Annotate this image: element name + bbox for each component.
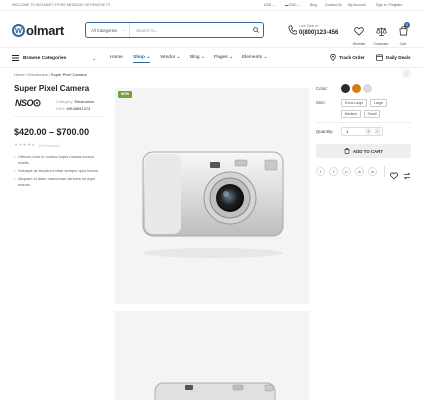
color-swatch-silver[interactable] xyxy=(363,84,372,93)
camera-image-2 xyxy=(154,382,276,400)
chevron-right-icon: › xyxy=(405,71,408,76)
twitter-share-icon[interactable]: t xyxy=(329,167,338,176)
logo-text: olmart xyxy=(26,22,64,38)
nav-pages[interactable]: Pages ⌄ xyxy=(214,55,233,60)
compare-button[interactable]: Compare xyxy=(370,23,392,46)
heart-icon xyxy=(354,27,364,36)
search-input[interactable]: Search in... xyxy=(130,28,249,33)
phone-label: Live Chat or : xyxy=(299,24,321,28)
color-swatch-orange[interactable] xyxy=(352,84,361,93)
bag-icon xyxy=(344,148,350,154)
cart-count-badge: 0 xyxy=(404,22,410,28)
top-bar: WELCOME TO WOLMART STORE MESSAGE OR REMO… xyxy=(0,0,423,11)
add-to-compare-button[interactable] xyxy=(403,167,412,180)
divider xyxy=(0,47,423,48)
size-label: Size: xyxy=(316,100,326,105)
increase-button[interactable]: + xyxy=(365,128,372,135)
brand-logo[interactable]: NSO xyxy=(15,96,47,110)
divider xyxy=(384,166,385,177)
topbar-link-contact[interactable]: Contact Us xyxy=(325,3,342,7)
nav-blog[interactable]: Blog ⌄ xyxy=(190,55,205,60)
phone-contact: Live Chat or : 0(800)123-456 xyxy=(288,23,348,39)
nav-elements[interactable]: Elements ⌄ xyxy=(242,55,267,60)
list-item: • Volutpat ac tincidunt vitae semper quis… xyxy=(14,168,99,174)
nav-shop[interactable]: Shop ⌄ xyxy=(133,55,151,63)
whatsapp-share-icon[interactable]: w xyxy=(355,167,364,176)
topbar-link-signin[interactable]: Sign In / Register xyxy=(376,3,402,7)
category-link[interactable]: Electronics xyxy=(74,99,94,104)
wishlist-button[interactable]: Wishlist xyxy=(348,23,370,46)
size-option-extra-large[interactable]: Extra Large xyxy=(341,99,367,107)
divider xyxy=(0,67,423,68)
site-logo[interactable]: w olmart xyxy=(12,21,64,39)
facebook-share-icon[interactable]: f xyxy=(316,167,325,176)
review-count-link[interactable]: (3 Reviews) xyxy=(39,143,60,148)
heart-icon xyxy=(390,172,398,180)
compare-icon xyxy=(375,27,387,36)
deals-icon xyxy=(376,54,383,61)
next-product-button[interactable]: › xyxy=(402,69,411,78)
product-price: $420.00 – $700.00 xyxy=(14,127,90,137)
location-pin-icon xyxy=(330,54,336,61)
currency-select[interactable]: USD ⌄ xyxy=(264,3,275,7)
track-order-link[interactable]: Track Order xyxy=(330,54,365,61)
daily-deals-link[interactable]: Daily Deals xyxy=(376,54,411,61)
search-category-select[interactable]: All Categories ⌄ xyxy=(86,23,130,37)
product-rating: ★★★★★ (3 Reviews) xyxy=(14,142,60,148)
phone-number[interactable]: 0(800)123-456 xyxy=(299,30,338,36)
nav-vendor[interactable]: Vendor ⌄ xyxy=(160,55,181,60)
breadcrumb-current: Super Pixel Camera xyxy=(50,72,87,77)
nav-home[interactable]: Home xyxy=(110,55,123,60)
product-image-secondary[interactable] xyxy=(115,311,309,400)
size-option-small[interactable]: Small xyxy=(364,110,380,118)
quantity-label: Quantity: xyxy=(316,129,334,134)
product-sku: SKU: MS46891373 xyxy=(56,106,91,111)
browse-categories-button[interactable]: Browse Categories ⌄ xyxy=(12,52,98,64)
size-option-large[interactable]: Large xyxy=(370,99,387,107)
list-item: • Ultrices eros in cursus turpis massa cu… xyxy=(14,154,95,166)
divider xyxy=(316,122,411,123)
pinterest-share-icon[interactable]: p xyxy=(342,167,351,176)
camera-image xyxy=(142,151,284,258)
menu-icon xyxy=(12,55,19,61)
search-button[interactable] xyxy=(249,27,263,33)
brand-swirl-icon xyxy=(33,99,41,107)
product-image-main[interactable] xyxy=(115,88,309,304)
search-bar: All Categories ⌄ Search in... xyxy=(85,22,264,38)
topbar-link-blog[interactable]: Blog xyxy=(310,3,317,7)
breadcrumb-electronics[interactable]: Electronics xyxy=(28,72,48,77)
color-swatch-black[interactable] xyxy=(341,84,350,93)
add-to-cart-button[interactable]: ADD TO CART xyxy=(316,144,411,158)
search-icon xyxy=(253,27,259,33)
color-label: Color: xyxy=(316,86,328,91)
quantity-stepper: 1 + − xyxy=(341,127,383,136)
list-item: • Aliquam id diam maecenas ultricies mi e… xyxy=(14,176,95,188)
chevron-down-icon: ⌄ xyxy=(92,55,96,61)
decrease-button[interactable]: − xyxy=(373,128,381,135)
linkedin-share-icon[interactable]: in xyxy=(368,167,377,176)
product-title: Super Pixel Camera xyxy=(14,84,90,93)
logo-mark: w xyxy=(12,23,25,37)
cart-button[interactable]: Cart 0 xyxy=(393,22,413,46)
feature-list: • Ultrices eros in cursus turpis massa cu… xyxy=(14,154,106,190)
rating-stars: ★★★★★ xyxy=(14,142,36,147)
product-category: Category: Electronics xyxy=(56,99,95,104)
breadcrumb: Home / Electronics / Super Pixel Camera xyxy=(14,72,87,77)
phone-icon xyxy=(288,25,297,35)
compare-icon xyxy=(403,172,411,180)
breadcrumb-home[interactable]: Home xyxy=(14,72,25,77)
quantity-input[interactable]: 1 xyxy=(342,129,365,134)
welcome-message: WELCOME TO WOLMART STORE MESSAGE OR REMO… xyxy=(12,3,111,7)
topbar-link-account[interactable]: My Account xyxy=(348,3,366,7)
new-badge: NEW xyxy=(118,91,132,98)
language-select[interactable]: ▬ ENG ⌄ xyxy=(285,3,301,7)
add-to-wishlist-button[interactable] xyxy=(390,167,399,180)
divider xyxy=(14,116,104,117)
size-option-medium[interactable]: Medium xyxy=(341,110,361,118)
